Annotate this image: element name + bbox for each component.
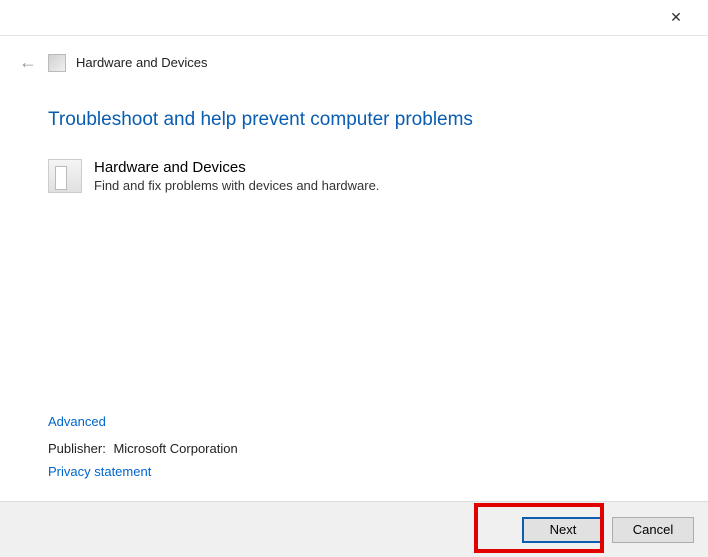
bottom-links: Advanced Publisher: Microsoft Corporatio… [48, 414, 238, 479]
back-arrow-icon: ← [18, 52, 38, 73]
close-button[interactable]: ✕ [656, 3, 696, 33]
page-heading: Troubleshoot and help prevent computer p… [48, 109, 660, 131]
button-bar: Next Cancel [0, 501, 708, 557]
content-area: Troubleshoot and help prevent computer p… [0, 81, 708, 193]
next-button[interactable]: Next [522, 517, 604, 543]
cancel-button[interactable]: Cancel [612, 517, 694, 543]
item-title: Hardware and Devices [94, 159, 379, 176]
troubleshooter-icon [48, 54, 66, 72]
header-row: ← Hardware and Devices [0, 36, 708, 81]
publisher-line: Publisher: Microsoft Corporation [48, 441, 238, 456]
troubleshooter-item: Hardware and Devices Find and fix proble… [48, 159, 660, 193]
item-text: Hardware and Devices Find and fix proble… [94, 159, 379, 193]
advanced-link[interactable]: Advanced [48, 414, 238, 429]
hardware-icon [48, 159, 82, 193]
wizard-title: Hardware and Devices [76, 55, 208, 70]
privacy-link[interactable]: Privacy statement [48, 464, 238, 479]
publisher-value: Microsoft Corporation [113, 441, 237, 456]
titlebar: ✕ [0, 0, 708, 36]
close-icon: ✕ [670, 9, 682, 26]
publisher-label: Publisher: [48, 441, 106, 456]
item-description: Find and fix problems with devices and h… [94, 178, 379, 193]
